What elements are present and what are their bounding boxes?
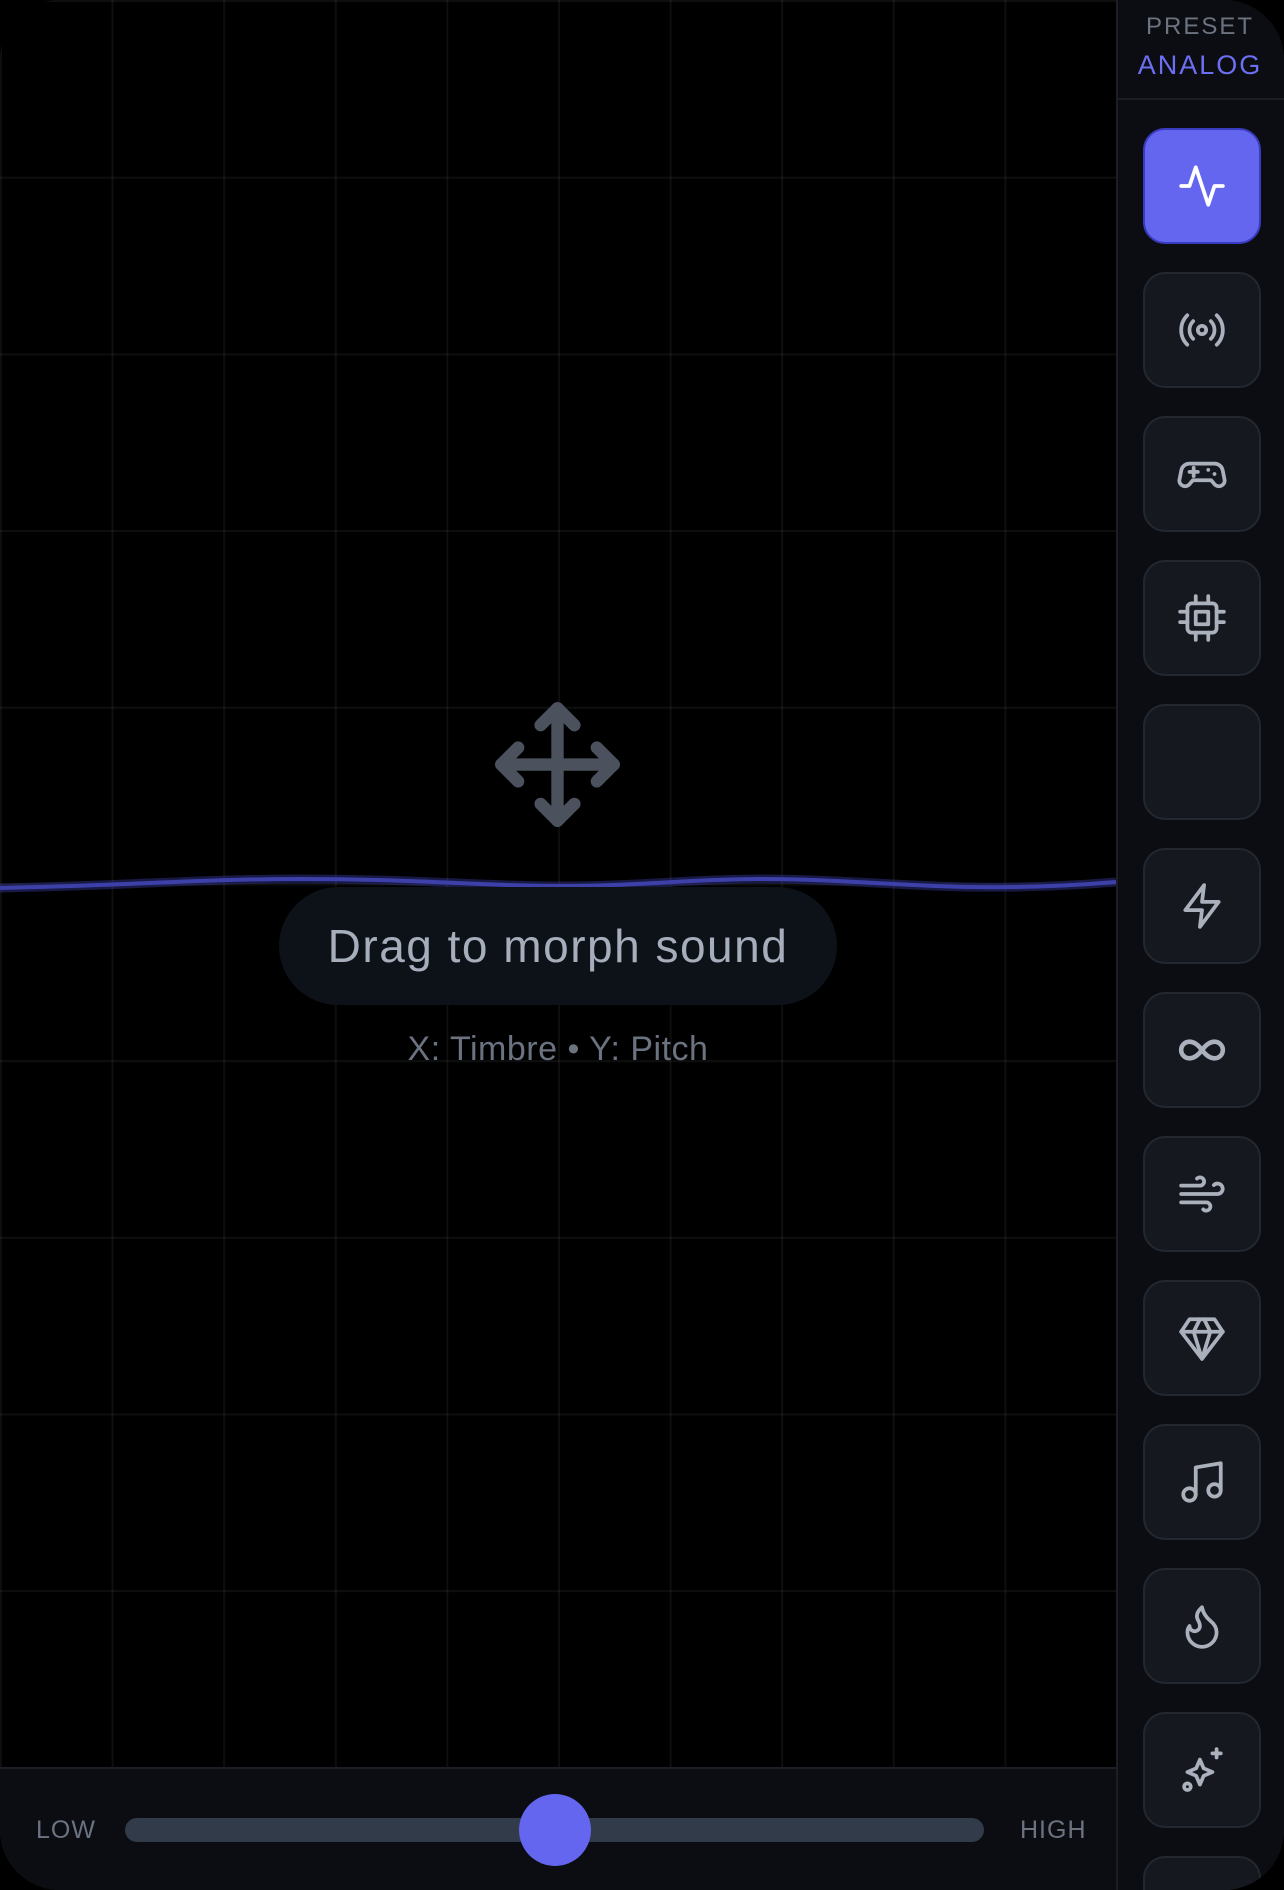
app-frame: Drag to morph sound X: Timbre • Y: Pitch… [0,0,1284,1890]
preset-button-gem[interactable] [1143,1280,1261,1396]
preset-button-analog[interactable] [1143,128,1261,244]
axis-legend: X: Timbre • Y: Pitch [407,1030,709,1068]
preset-button-chip[interactable] [1143,560,1261,676]
flame-icon [1185,1605,1219,1649]
drag-hint-text: Drag to morph sound [327,920,789,972]
slider-low-label: LOW [36,1816,96,1844]
preset-button-flame[interactable] [1143,1568,1261,1684]
preset-button-wind[interactable] [1143,1136,1261,1252]
drag-hint: Drag to morph sound [279,887,837,1005]
broadcast-icon [1179,313,1225,347]
sparkles-icon [1182,1747,1223,1792]
gem-icon [1179,1317,1225,1361]
gamepad-icon [1177,461,1227,488]
activity-icon [1179,165,1225,207]
wind-icon [1179,1175,1225,1213]
preset-button-gamepad[interactable] [1143,416,1261,532]
slider-thumb[interactable] [518,1794,591,1866]
preset-button-sparkle[interactable] [1143,1712,1261,1828]
morph-pad[interactable]: Drag to morph sound X: Timbre • Y: Pitch [0,0,1116,1767]
lightning-bolt-icon [1183,883,1221,929]
preset-button-empty[interactable] [1143,704,1261,820]
preset-value: ANALOG [1137,50,1263,80]
preset-label: PRESET [1145,13,1255,40]
infinity-icon [1178,1039,1226,1061]
preset-button-infinity[interactable] [1143,992,1261,1108]
music-note-icon [1181,1461,1223,1503]
preset-button-music[interactable] [1143,1424,1261,1540]
slider-high-label: HIGH [1020,1816,1087,1844]
cpu-chip-icon [1178,594,1226,642]
preset-button-broadcast[interactable] [1143,272,1261,388]
preset-header: PRESET ANALOG [1116,0,1284,100]
move-arrows-icon [495,702,620,827]
preset-button-electric[interactable] [1143,848,1261,964]
preset-button-more[interactable] [1143,1856,1261,1890]
